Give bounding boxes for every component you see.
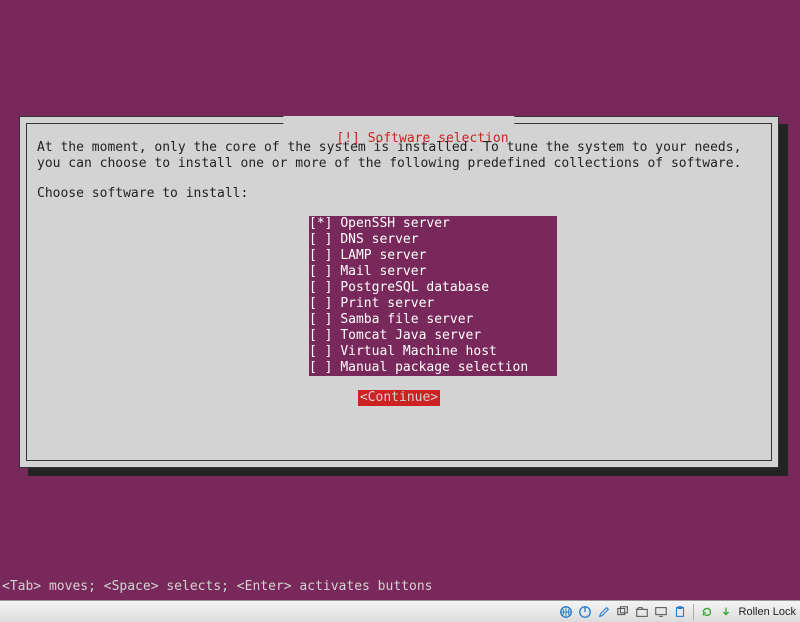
option-label: DNS server (340, 232, 418, 247)
folder-icon[interactable] (634, 604, 650, 620)
checkbox-mark: [*] (309, 216, 340, 231)
option-manual-package-selection[interactable]: [ ] Manual package selection (309, 360, 557, 376)
option-dns-server[interactable]: [ ] DNS server (309, 232, 557, 248)
edit-icon[interactable] (596, 604, 612, 620)
continue-wrap: <Continue> (37, 390, 761, 406)
software-selection-dialog: [!] Software selection At the moment, on… (19, 116, 779, 468)
checkbox-mark: [ ] (309, 312, 340, 327)
clipboard-icon[interactable] (672, 604, 688, 620)
windows-icon[interactable] (615, 604, 631, 620)
option-label: PostgreSQL database (340, 280, 489, 295)
checkbox-mark: [ ] (309, 248, 340, 263)
option-mail-server[interactable]: [ ] Mail server (309, 264, 557, 280)
checkbox-mark: [ ] (309, 264, 340, 279)
option-openssh-server[interactable]: [*] OpenSSH server (309, 216, 557, 232)
option-label: Manual package selection (340, 360, 528, 375)
checkbox-mark: [ ] (309, 296, 340, 311)
option-label: Virtual Machine host (340, 344, 497, 359)
option-print-server[interactable]: [ ] Print server (309, 296, 557, 312)
option-label: Tomcat Java server (340, 328, 481, 343)
option-lamp-server[interactable]: [ ] LAMP server (309, 248, 557, 264)
checkbox-mark: [ ] (309, 360, 340, 375)
arrow-down-icon[interactable] (718, 604, 734, 620)
option-samba-file-server[interactable]: [ ] Samba file server (309, 312, 557, 328)
option-virtual-machine-host[interactable]: [ ] Virtual Machine host (309, 344, 557, 360)
dialog-prompt: Choose software to install: (37, 186, 761, 202)
option-label: LAMP server (340, 248, 426, 263)
monitor-icon[interactable] (653, 604, 669, 620)
help-bar: <Tab> moves; <Space> selects; <Enter> ac… (2, 579, 432, 594)
option-label: OpenSSH server (340, 216, 450, 231)
option-label: Samba file server (340, 312, 473, 327)
checkbox-mark: [ ] (309, 344, 340, 359)
option-list: [*] OpenSSH server [ ] DNS server [ ] LA… (309, 216, 557, 376)
lock-status-text: Rollen Lock (739, 606, 796, 618)
network-icon[interactable] (558, 604, 574, 620)
option-label: Print server (340, 296, 434, 311)
refresh-icon[interactable] (699, 604, 715, 620)
tray-separator (693, 604, 694, 620)
power-icon[interactable] (577, 604, 593, 620)
checkbox-mark: [ ] (309, 280, 340, 295)
option-tomcat-java-server[interactable]: [ ] Tomcat Java server (309, 328, 557, 344)
dialog-body: At the moment, only the core of the syst… (37, 140, 761, 450)
option-label: Mail server (340, 264, 426, 279)
system-tray: Rollen Lock (0, 600, 800, 622)
option-postgresql-database[interactable]: [ ] PostgreSQL database (309, 280, 557, 296)
checkbox-mark: [ ] (309, 232, 340, 247)
dialog-description: At the moment, only the core of the syst… (37, 140, 761, 172)
checkbox-mark: [ ] (309, 328, 340, 343)
dialog-frame: [!] Software selection At the moment, on… (26, 123, 772, 461)
continue-button[interactable]: <Continue> (358, 390, 440, 406)
